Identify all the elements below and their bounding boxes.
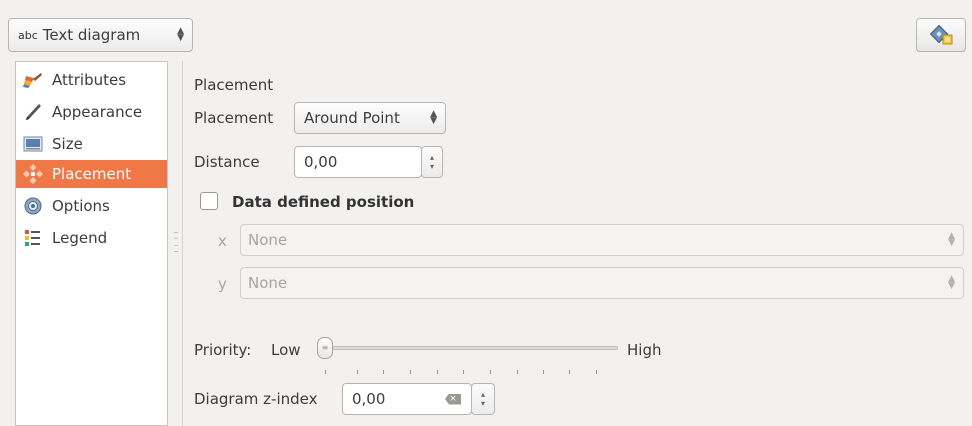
chevron-updown-icon: ▲ ▼ — [430, 109, 437, 126]
priority-slider-handle[interactable]: ≡ — [317, 337, 333, 359]
x-label: x — [218, 232, 227, 250]
diagram-settings-button[interactable] — [916, 18, 966, 52]
sidebar-item-size[interactable]: Size — [16, 130, 167, 158]
placement-value: Around Point — [304, 109, 400, 127]
clear-icon[interactable]: × — [445, 393, 461, 405]
pen-icon — [23, 102, 43, 122]
diagram-type-value: Text diagram — [42, 26, 141, 44]
sidebar-item-label: Attributes — [52, 71, 127, 89]
zindex-value: 0,00 — [352, 390, 386, 408]
priority-low-label: Low — [271, 341, 301, 359]
data-defined-checkbox[interactable] — [200, 192, 218, 210]
sidebar-item-options[interactable]: Options — [16, 192, 167, 220]
zindex-label: Diagram z-index — [194, 390, 318, 408]
chevron-updown-icon: ▲ ▼ — [948, 231, 955, 248]
section-title: Placement — [194, 76, 274, 94]
distance-value: 0,00 — [304, 153, 338, 171]
step-down-icon: ▾ — [429, 162, 434, 171]
step-up-icon: ▴ — [480, 390, 485, 399]
distance-stepper[interactable]: ▴ ▾ — [421, 146, 443, 178]
diagram-settings-icon — [929, 24, 953, 45]
placement-icon — [23, 164, 43, 184]
legend-icon — [23, 228, 43, 248]
sidebar-item-placement[interactable]: Placement — [16, 160, 167, 188]
y-label: y — [218, 275, 227, 293]
chevron-updown-icon: ▲ ▼ — [177, 26, 184, 43]
y-field-select[interactable]: None ▲ ▼ — [240, 267, 964, 299]
data-defined-label: Data defined position — [232, 193, 415, 211]
distance-input[interactable]: 0,00 — [294, 146, 422, 178]
placement-label: Placement — [194, 109, 274, 127]
sidebar-item-legend[interactable]: Legend — [16, 224, 167, 252]
sidebar-item-label: Size — [52, 135, 83, 153]
abc-icon: abc — [18, 28, 38, 42]
gear-icon — [23, 196, 43, 216]
settings-section-list: Attributes Appearance Size Placement Opt… — [15, 61, 168, 426]
step-down-icon: ▾ — [480, 399, 485, 408]
sidebar-item-label: Placement — [52, 165, 132, 183]
sidebar-item-label: Appearance — [52, 103, 143, 121]
sidebar-item-label: Options — [52, 197, 110, 215]
size-icon — [23, 134, 43, 154]
x-field-select[interactable]: None ▲ ▼ — [240, 224, 964, 256]
sidebar-item-attributes[interactable]: Attributes — [16, 66, 167, 94]
priority-slider-groove[interactable] — [320, 346, 618, 350]
grip-icon: ≡ — [321, 343, 329, 352]
chevron-updown-icon: ▲ ▼ — [948, 274, 955, 291]
splitter-handle[interactable] — [173, 232, 179, 252]
sidebar-item-label: Legend — [52, 229, 108, 247]
priority-label: Priority: — [194, 341, 252, 359]
placement-select[interactable]: Around Point ▲ ▼ — [294, 102, 446, 134]
distance-label: Distance — [194, 153, 260, 171]
diagram-type-select[interactable]: abc Text diagram ▲ ▼ — [8, 18, 193, 52]
x-value: None — [248, 231, 288, 249]
priority-high-label: High — [627, 341, 662, 359]
paintbrush-icon — [23, 70, 43, 90]
y-value: None — [248, 274, 288, 292]
zindex-input[interactable]: 0,00 × — [342, 383, 472, 415]
sidebar-item-appearance[interactable]: Appearance — [16, 98, 167, 126]
zindex-stepper[interactable]: ▴ ▾ — [471, 383, 495, 415]
step-up-icon: ▴ — [429, 153, 434, 162]
